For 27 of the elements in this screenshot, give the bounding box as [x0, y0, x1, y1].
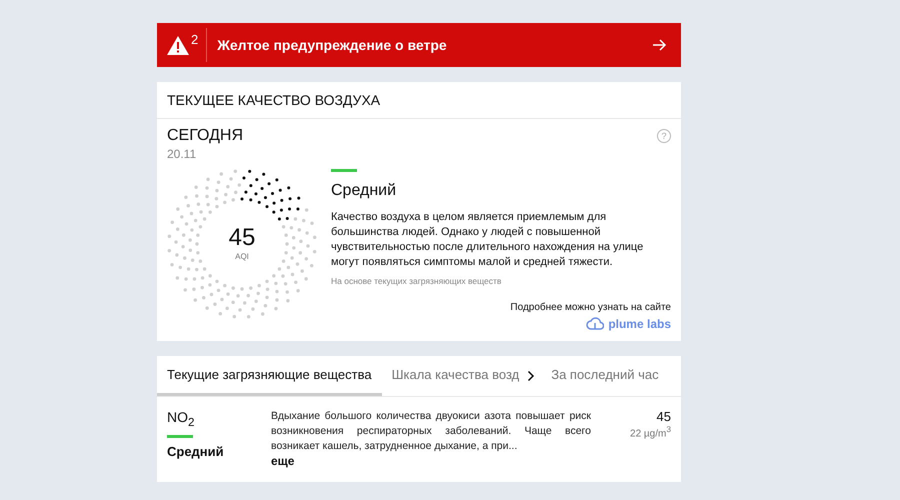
- rating-label: Средний: [331, 182, 398, 200]
- date-label: 20.11: [167, 147, 198, 161]
- tab[interactable]: Шкала качества возд: [382, 356, 530, 396]
- source-link[interactable]: plume labs: [586, 316, 671, 331]
- warning-text: Желтое предупреждение о ветре: [217, 37, 448, 53]
- more-info-text: Подробнее можно узнать на сайте: [510, 302, 671, 313]
- day-label: СЕГОДНЯ: [167, 127, 244, 145]
- quality-description: Качество воздуха в целом является приемлемым для большинства людей. Однако у людей с повышенной чувствительностью после длительного нахождения на улице могут появляться симптомы малой и средней тяжести.: [331, 210, 644, 270]
- chevron-right-icon[interactable]: [527, 370, 536, 382]
- pollutant-name: NO$_{2}$: [167, 409, 196, 429]
- tab[interactable]: Текущие загрязняющие вещества: [157, 356, 382, 396]
- pollutant-rating: Средний: [167, 444, 225, 459]
- more-link[interactable]: еще: [271, 454, 294, 469]
- cloud-icon: [586, 316, 604, 331]
- aqi-value: 45: [228, 224, 256, 252]
- pollutant-description: Вдыхание большого количества двуокиси азота повышает риск возникновения респираторных заболеваний. Чаще всего возникает кашель, затрудненное дыхание, а при...: [271, 409, 591, 454]
- source-note: На основе текущих загрязняющих веществ: [331, 276, 502, 286]
- wind-warning-banner[interactable]: 2 Желтое предупреждение о ветре: [157, 23, 681, 67]
- tab[interactable]: За последний час: [541, 356, 669, 396]
- pollutant-concentration: 22 µg/m$^{3}$: [629, 424, 671, 440]
- aqi-unit: AQI: [234, 252, 250, 261]
- card-title: ТЕКУЩЕЕ КАЧЕСТВО ВОЗДУХА: [157, 82, 681, 119]
- warning-count: 2: [191, 32, 198, 47]
- arrow-right-icon: [653, 39, 667, 51]
- pollutant-value: 45: [656, 409, 671, 424]
- warning-icon: [167, 36, 189, 54]
- help-button[interactable]: ?: [657, 129, 671, 143]
